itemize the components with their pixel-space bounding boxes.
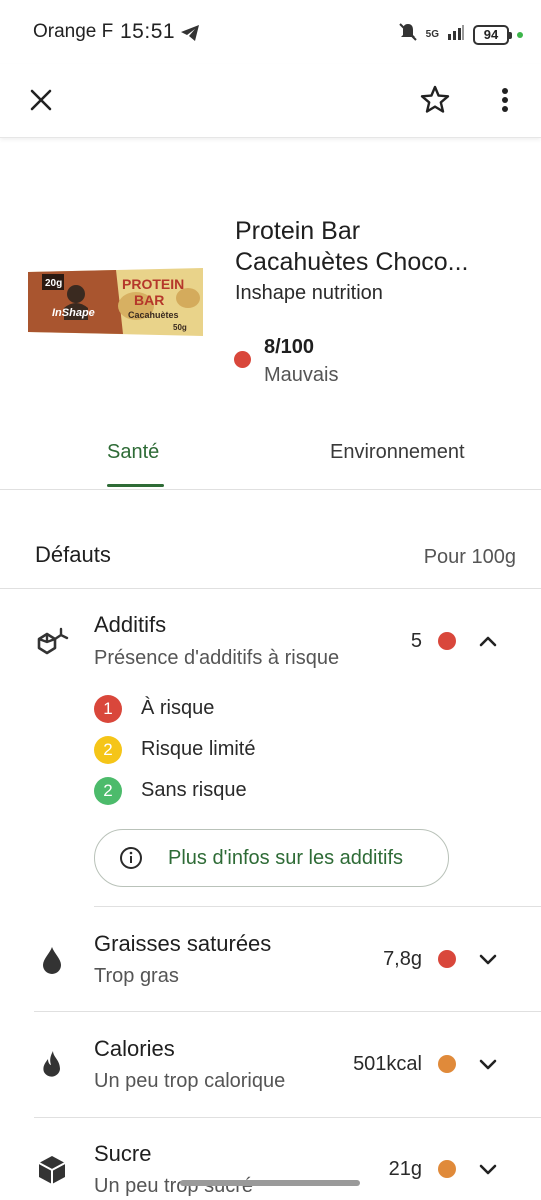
carrier-label: Orange F <box>33 21 114 42</box>
score-value: 8/100 <box>264 336 315 358</box>
battery-icon: 94 <box>473 24 512 45</box>
more-options-button[interactable] <box>483 78 527 122</box>
clock: 15:51 <box>120 20 176 43</box>
calories-value: 501kcal <box>353 1053 422 1075</box>
row-divider <box>34 1117 541 1118</box>
risk-count-badge: 2 <box>94 736 122 764</box>
risk-count-badge: 1 <box>94 695 122 723</box>
additives-title: Additifs <box>94 612 167 637</box>
brand-logo-text: InShape <box>52 307 95 319</box>
product-name-line1: PROTEIN <box>122 276 184 292</box>
product-title-line2: Cacahuètes Choco... <box>235 248 469 276</box>
tab-bar: Santé Environnement <box>0 425 541 490</box>
telegram-icon <box>180 24 200 47</box>
sugar-cube-icon <box>34 1152 70 1188</box>
more-vert-icon <box>502 88 508 112</box>
chevron-down-icon <box>479 1059 497 1070</box>
section-divider <box>0 588 541 589</box>
network-type: 5G <box>425 29 439 40</box>
tab-sante[interactable]: Santé <box>107 441 159 464</box>
row-divider <box>94 906 541 907</box>
calories-status-dot <box>438 1055 456 1073</box>
mute-bell-icon <box>398 22 418 47</box>
sugar-value: 21g <box>388 1158 422 1180</box>
score-indicator-dot <box>234 351 251 368</box>
favorite-button[interactable] <box>413 78 457 122</box>
risk-label: Risque limité <box>141 738 256 760</box>
score-label: Mauvais <box>264 364 339 386</box>
product-title: Protein Bar Cacahuètes Choco... <box>235 216 525 278</box>
star-outline-icon <box>420 85 450 113</box>
chevron-down-icon <box>479 1164 497 1175</box>
product-image: 20g InShape PROTEIN BAR Cacahuètes 50g <box>28 268 203 336</box>
chevron-up-icon <box>479 636 497 647</box>
saturated-fat-title: Graisses saturées <box>94 931 272 956</box>
risk-label: À risque <box>141 697 215 719</box>
gesture-navigation-bar[interactable] <box>180 1180 360 1186</box>
product-brand: Inshape nutrition <box>235 282 383 304</box>
more-additives-info-button[interactable]: Plus d'infos sur les additifs <box>94 829 449 887</box>
info-icon <box>120 847 142 869</box>
product-title-line1: Protein Bar <box>235 217 361 245</box>
section-unit: Pour 100g <box>423 546 516 568</box>
status-bar: Orange F 15:51 5G 94 <box>0 0 541 64</box>
calories-title: Calories <box>94 1036 175 1061</box>
signal-icon <box>447 24 465 45</box>
app-bar <box>0 64 541 138</box>
section-title: Défauts <box>35 542 111 567</box>
expand-calories-button[interactable] <box>476 1052 500 1076</box>
saturated-fat-subtitle: Trop gras <box>94 965 179 987</box>
product-flavor-text: Cacahuètes <box>128 310 179 320</box>
product-name-line2: BAR <box>134 292 164 308</box>
sugar-title: Sucre <box>94 1141 152 1166</box>
drop-icon <box>34 942 70 978</box>
more-additives-info-label: Plus d'infos sur les additifs <box>168 846 404 869</box>
saturated-fat-status-dot <box>438 950 456 968</box>
privacy-dot-icon <box>517 31 523 38</box>
flame-icon <box>34 1047 70 1083</box>
risk-label: Sans risque <box>141 779 247 801</box>
additives-subtitle: Présence d'additifs à risque <box>94 647 340 669</box>
collapse-additives-button[interactable] <box>476 629 500 653</box>
expand-saturated-fat-button[interactable] <box>476 947 500 971</box>
status-icons: 5G 94 <box>398 22 523 47</box>
sugar-status-dot <box>438 1160 456 1178</box>
close-icon <box>30 89 52 111</box>
product-weight-text: 50g <box>173 323 187 332</box>
protein-badge-text: 20g <box>45 278 62 289</box>
row-divider <box>34 1011 541 1012</box>
expand-sugar-button[interactable] <box>476 1157 500 1181</box>
molecule-icon <box>34 624 70 660</box>
calories-subtitle: Un peu trop calorique <box>94 1070 286 1092</box>
risk-count-badge: 2 <box>94 777 122 805</box>
saturated-fat-value: 7,8g <box>383 948 422 970</box>
close-button[interactable] <box>19 78 63 122</box>
additives-value: 5 <box>410 630 422 652</box>
tab-environnement[interactable]: Environnement <box>330 441 465 464</box>
chevron-down-icon <box>479 954 497 965</box>
tab-active-indicator <box>107 484 164 487</box>
sugar-subtitle: Un peu trop sucré <box>94 1175 253 1197</box>
additives-status-dot <box>438 632 456 650</box>
